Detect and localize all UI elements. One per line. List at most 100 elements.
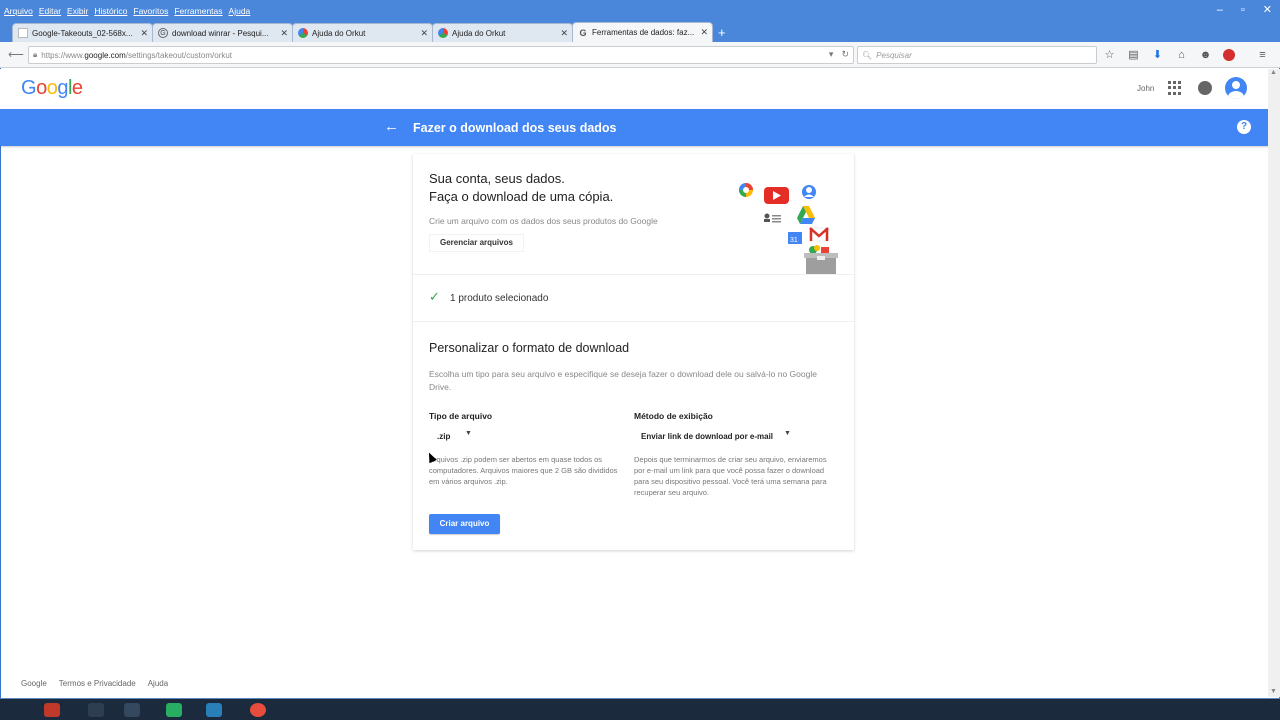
google-g-icon: G <box>158 28 168 38</box>
intro-heading-line1: Sua conta, seus dados. <box>429 171 565 186</box>
google-g-icon: G <box>579 27 587 38</box>
bookmark-star-icon[interactable]: ☆ <box>1103 48 1116 61</box>
page-scrollbar[interactable]: ▲ ▼ <box>1268 69 1280 697</box>
svg-text:31: 31 <box>790 237 798 244</box>
notifications-bell-icon[interactable] <box>1198 81 1212 95</box>
search-icon: 🔍︎ <box>862 50 873 60</box>
back-arrow-icon[interactable]: ← <box>384 118 399 135</box>
delivery-method-help: Depois que terminarmos de criar seu arqu… <box>634 455 827 497</box>
tab-title: download winrar - Pesqui... <box>172 28 269 38</box>
tab-ferramentas-dados[interactable]: G Ferramentas de dados: faz... ✕ <box>572 22 713 42</box>
menu-hamburger-icon[interactable]: ≡ <box>1256 49 1269 61</box>
file-type-label: Tipo de arquivo <box>429 411 493 421</box>
tab-title: Google-Takeouts_02-568x... <box>32 28 133 38</box>
close-tab-icon[interactable]: ✕ <box>700 27 708 38</box>
reload-icon[interactable]: ↻ <box>841 49 849 60</box>
adblock-icon[interactable] <box>1223 48 1235 61</box>
url-host: google.com <box>84 50 126 60</box>
navigation-bar: ⟵ 🔒︎ https://www. google.com/settings/tak… <box>0 42 1280 68</box>
takeout-card: Sua conta, seus dados. Faça o download d… <box>413 154 854 550</box>
url-actions: ▾ ↻ <box>829 49 849 60</box>
window-controls: – ▫ ✕ <box>1217 5 1272 16</box>
url-path: /settings/takeout/custom/orkut <box>125 50 233 60</box>
menu-arquivo[interactable]: Arquivo <box>4 6 33 16</box>
menu-historico[interactable]: Histórico <box>94 6 127 16</box>
dropdown-icon[interactable]: ▾ <box>829 49 834 60</box>
user-name[interactable]: John <box>1137 84 1154 93</box>
customize-description: Escolha um tipo para seu arquivo e espec… <box>429 369 817 392</box>
google-header: Google John <box>0 69 1280 109</box>
new-tab-icon[interactable]: + <box>718 25 726 40</box>
archive-box-icon <box>804 245 838 274</box>
tab-title: Ajuda do Orkut <box>312 28 366 38</box>
manage-archives-button[interactable]: Gerenciar arquivos <box>429 234 524 252</box>
help-icon[interactable]: ? <box>1237 120 1251 134</box>
google-logo[interactable]: Google <box>21 77 83 100</box>
page-title-bar: ← Fazer o download dos seus dados ? <box>0 109 1280 146</box>
menu-exibir[interactable]: Exibir <box>67 6 88 16</box>
url-prefix: https://www. <box>41 50 85 60</box>
delivery-method-label: Método de exibição <box>634 411 713 421</box>
scroll-down-icon[interactable]: ▼ <box>1270 688 1277 695</box>
checkmark-icon: ✓ <box>429 289 440 304</box>
tab-ajuda-orkut-1[interactable]: Ajuda do Orkut ✕ <box>292 23 433 42</box>
caret-down-icon: ▼ <box>784 430 791 437</box>
tab-download-winrar[interactable]: G download winrar - Pesqui... ✕ <box>152 23 293 42</box>
clipboard-icon[interactable]: ▤ <box>1127 48 1140 61</box>
selected-products-section[interactable]: ✓ 1 produto selecionado <box>413 275 854 322</box>
tab-google-takeouts[interactable]: Google-Takeouts_02-568x... ✕ <box>12 23 153 42</box>
taskbar-app-icon[interactable] <box>88 703 104 717</box>
calendar-icon: 31 <box>788 232 802 244</box>
intro-section: Sua conta, seus dados. Faça o download d… <box>413 154 854 275</box>
footer-link-google[interactable]: Google <box>21 679 47 688</box>
taskbar-app-icon[interactable] <box>124 703 140 717</box>
back-arrow-icon[interactable]: ⟵ <box>6 48 26 61</box>
search-placeholder: Pesquisar <box>876 50 912 60</box>
home-icon[interactable]: ⌂ <box>1175 49 1188 61</box>
download-icon[interactable]: ⬇ <box>1151 48 1164 61</box>
apps-grid-icon[interactable] <box>1168 81 1182 95</box>
chat-icon[interactable]: ☻ <box>1199 49 1212 61</box>
address-bar[interactable]: 🔒︎ https://www. google.com/settings/takeo… <box>28 46 854 64</box>
photos-icon <box>739 183 753 197</box>
search-input[interactable]: 🔍︎ Pesquisar <box>857 46 1097 64</box>
minimize-icon[interactable]: – <box>1217 5 1223 16</box>
taskbar-app-icon[interactable] <box>206 703 222 717</box>
avatar[interactable] <box>1225 77 1247 99</box>
tab-strip: Google-Takeouts_02-568x... ✕ G download … <box>0 22 1280 42</box>
footer-link-help[interactable]: Ajuda <box>148 679 168 688</box>
youtube-icon <box>764 187 789 204</box>
menu-ajuda[interactable]: Ajuda <box>229 6 251 16</box>
tab-ajuda-orkut-2[interactable]: Ajuda do Orkut ✕ <box>432 23 573 42</box>
page-title: Fazer o download dos seus dados <box>413 121 617 135</box>
toolbar-icons: ☆ ▤ ⬇ ⌂ ☻ ≡ <box>1103 48 1269 61</box>
close-tab-icon[interactable]: ✕ <box>140 28 148 39</box>
customize-heading: Personalizar o formato de download <box>429 341 630 355</box>
menu-favoritos[interactable]: Favoritos <box>133 6 168 16</box>
contacts-icon <box>764 213 781 223</box>
close-window-icon[interactable]: ✕ <box>1263 5 1272 16</box>
close-tab-icon[interactable]: ✕ <box>560 28 568 39</box>
products-illustration: 31 <box>739 183 838 274</box>
menu-editar[interactable]: Editar <box>39 6 61 16</box>
create-archive-button[interactable]: Criar arquivo <box>429 514 500 534</box>
taskbar-app-icon[interactable] <box>250 703 266 717</box>
file-type-help: Arquivos .zip podem ser abertos em quase… <box>429 455 618 486</box>
gmail-icon <box>809 227 829 242</box>
intro-subtitle: Crie um arquivo com os dados dos seus pr… <box>429 216 658 226</box>
scroll-up-icon[interactable]: ▲ <box>1270 69 1277 76</box>
tab-title: Ferramentas de dados: faz... <box>592 28 695 37</box>
taskbar-app-icon[interactable] <box>166 703 182 717</box>
taskbar-app-icon[interactable] <box>44 703 60 717</box>
tab-title: Ajuda do Orkut <box>452 28 506 38</box>
maximize-icon[interactable]: ▫ <box>1241 5 1245 16</box>
page-icon <box>18 28 28 38</box>
drive-icon <box>797 206 815 224</box>
close-tab-icon[interactable]: ✕ <box>420 28 428 39</box>
menu-ferramentas[interactable]: Ferramentas <box>174 6 222 16</box>
footer-link-terms[interactable]: Termos e Privacidade <box>59 679 136 688</box>
close-tab-icon[interactable]: ✕ <box>280 28 288 39</box>
orkut-icon <box>298 28 308 38</box>
profile-icon <box>802 185 816 199</box>
intro-heading-line2: Faça o download de uma cópia. <box>429 189 614 204</box>
